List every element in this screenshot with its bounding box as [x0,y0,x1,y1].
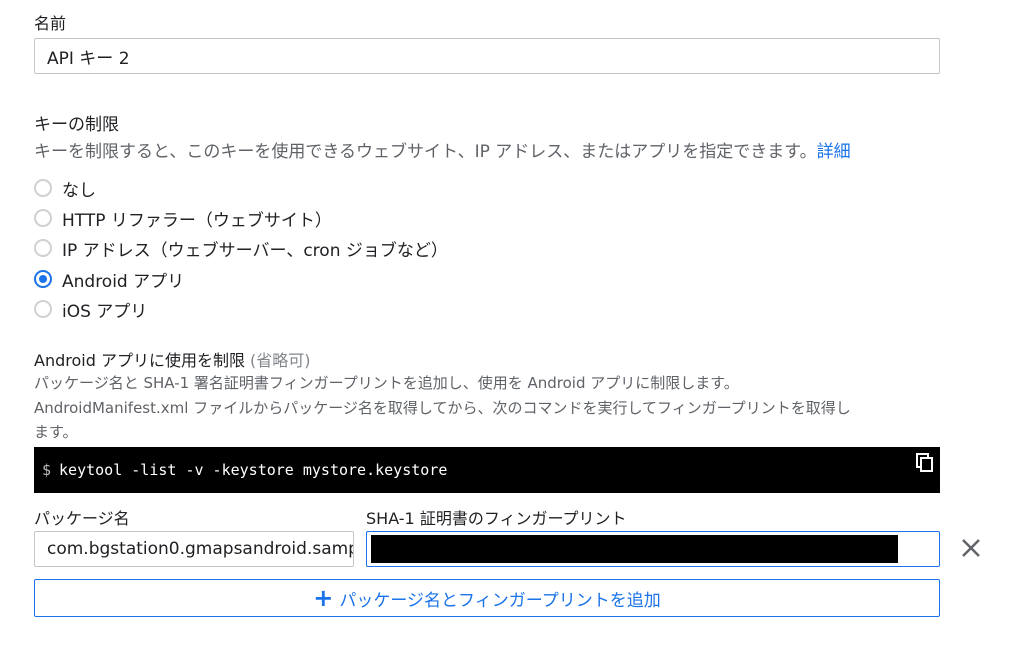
radio-android-app[interactable]: Android アプリ [34,267,185,292]
radio-label-ios-app: iOS アプリ [62,301,148,322]
radio-http-referrer[interactable]: HTTP リファラー（ウェブサイト） [34,206,332,231]
radio-none[interactable]: なし [34,176,96,201]
restrictions-description: キーを制限すると、このキーを使用できるウェブサイト、IP アドレス、またはアプリ… [34,137,851,162]
name-input-value: API キー 2 [47,48,130,69]
copy-icon[interactable] [916,453,934,473]
radio-button-ip-address[interactable] [34,239,52,257]
redacted-fingerprint [371,535,898,563]
name-input[interactable]: API キー 2 [34,38,940,74]
radio-button-http-referrer[interactable] [34,209,52,227]
add-package-fingerprint-button[interactable]: + パッケージ名とフィンガープリントを追加 [34,579,940,617]
plus-icon: + [313,584,334,612]
android-section-title: Android アプリに使用を制限 (省略可) [34,347,311,371]
radio-label-none: なし [62,180,96,201]
restrictions-title: キーの制限 [34,115,119,135]
radio-button-none[interactable] [34,179,52,197]
android-help-line2: AndroidManifest.xml ファイルからパッケージ名を取得してから、… [34,399,851,417]
fingerprint-input[interactable] [366,531,940,567]
radio-ip-address[interactable]: IP アドレス（ウェブサーバー、cron ジョブなど） [34,236,448,261]
radio-label-http-referrer: HTTP リファラー（ウェブサイト） [62,210,332,231]
remove-icon[interactable] [960,537,982,559]
android-section-title-text: Android アプリに使用を制限 [34,351,245,370]
command-block: $ keytool -list -v -keystore mystore.key… [34,447,940,493]
name-label: 名前 [34,14,67,33]
radio-label-ip-address: IP アドレス（ウェブサーバー、cron ジョブなど） [62,240,448,261]
command-text: keytool -list -v -keystore mystore.keyst… [59,461,448,479]
android-help-line3: ます。 [34,423,78,441]
fingerprint-label: SHA-1 証明書のフィンガープリント [366,509,627,528]
radio-button-ios-app[interactable] [34,300,52,318]
details-link[interactable]: 詳細 [817,142,851,162]
android-help-line1: パッケージ名と SHA-1 署名証明書フィンガープリントを追加し、使用を And… [34,374,739,392]
restrictions-description-text: キーを制限すると、このキーを使用できるウェブサイト、IP アドレス、またはアプリ… [34,142,817,162]
command-prompt: $ [42,461,52,479]
package-name-label: パッケージ名 [34,509,130,528]
add-button-label: パッケージ名とフィンガープリントを追加 [339,590,661,611]
package-name-input[interactable]: com.bgstation0.gmapsandroid.samp [34,531,354,567]
radio-button-android-app[interactable] [34,270,52,288]
radio-label-android-app: Android アプリ [62,271,185,292]
optional-label: (省略可) [250,351,311,370]
package-name-value: com.bgstation0.gmapsandroid.samp [47,539,354,559]
radio-ios-app[interactable]: iOS アプリ [34,297,148,322]
